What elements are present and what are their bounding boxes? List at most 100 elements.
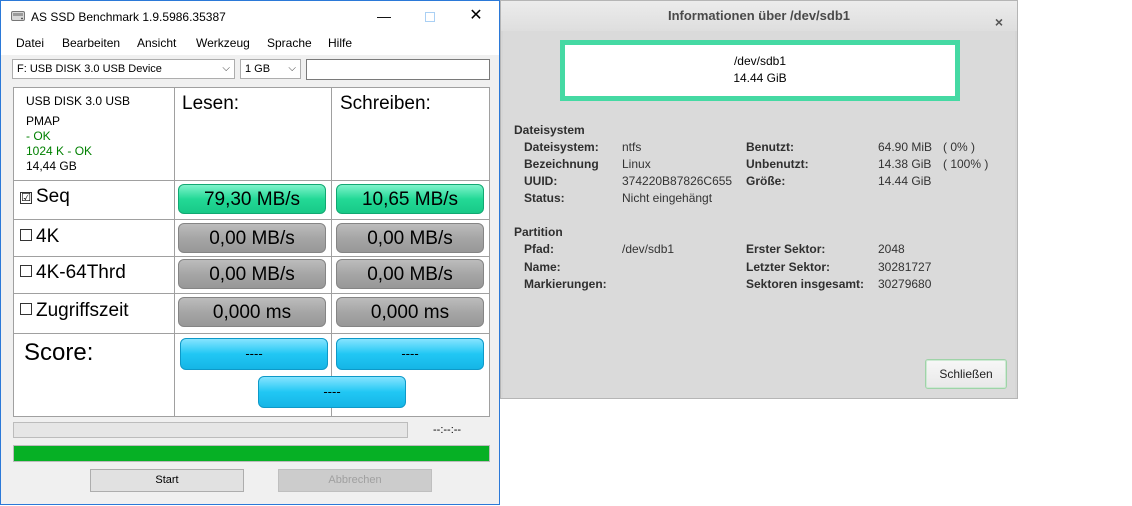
menu-bearbeiten[interactable]: Bearbeiten: [62, 36, 120, 50]
row-label-text: Zugriffszeit: [36, 300, 129, 321]
dialog-title-bar[interactable]: Informationen über /dev/sdb1 ×: [501, 1, 1017, 31]
disk-icon: [11, 11, 25, 21]
grid-divider: [14, 256, 489, 257]
size-select[interactable]: 1 GB ⌵: [240, 59, 301, 79]
menu-bar: Datei Bearbeiten Ansicht Werkzeug Sprach…: [1, 31, 499, 55]
grid-divider: [14, 293, 489, 294]
score-read: ----: [180, 338, 328, 370]
used-label: Benutzt:: [746, 140, 794, 154]
read-header: Lesen:: [182, 93, 240, 114]
menu-datei[interactable]: Datei: [16, 36, 44, 50]
result-4k64-read: 0,00 MB/s: [178, 259, 326, 289]
score-label: Score:: [24, 339, 94, 366]
free-percent: ( 100% ): [943, 157, 989, 171]
as-ssd-window: AS SSD Benchmark 1.9.5986.35387 — ✕ Date…: [0, 0, 500, 505]
device-alignment: 1024 K - OK: [26, 144, 93, 158]
free-value: 14.38 GiB: [878, 157, 932, 171]
device-box: /dev/sdb1 14.44 GiB: [560, 40, 960, 101]
total-progress-fill: [14, 446, 489, 461]
last-sector-label: Letzter Sektor:: [746, 260, 831, 274]
chevron-down-icon: ⌵: [222, 63, 230, 74]
score-write: ----: [336, 338, 484, 370]
write-header: Schreiben:: [340, 93, 431, 114]
fs-name-label: Bezeichnung: [524, 157, 599, 171]
result-4k64-write: 0,00 MB/s: [336, 259, 484, 289]
total-sectors-label: Sektoren insgesamt:: [746, 277, 865, 291]
fs-value: ntfs: [622, 140, 642, 154]
row-label-seq[interactable]: ☑ Seq: [20, 186, 70, 208]
score-total: ----: [258, 376, 406, 408]
result-4k-read: 0,00 MB/s: [178, 223, 326, 253]
grid-divider: [14, 333, 489, 334]
size-select-value: 1 GB: [245, 63, 271, 75]
used-value: 64.90 MiB: [878, 140, 933, 154]
drive-select[interactable]: F: USB DISK 3.0 USB Device ⌵: [12, 59, 235, 79]
total-sectors-value: 30279680: [878, 277, 932, 291]
total-progress-bar: [13, 445, 490, 462]
size-value: 14.44 GiB: [878, 174, 932, 188]
filesystem-heading: Dateisystem: [514, 123, 585, 137]
device-driver-status: - OK: [26, 129, 51, 143]
menu-sprache[interactable]: Sprache: [267, 36, 312, 50]
flags-label: Markierungen:: [524, 277, 607, 291]
partition-heading: Partition: [514, 225, 563, 239]
status-label: Status:: [524, 191, 565, 205]
fs-name-value: Linux: [622, 157, 651, 171]
info-dialog: Informationen über /dev/sdb1 × /dev/sdb1…: [500, 0, 1018, 399]
maximize-button[interactable]: [407, 1, 453, 31]
start-button[interactable]: Start: [90, 469, 244, 492]
size-label: Größe:: [746, 174, 786, 188]
grid-divider: [14, 180, 489, 181]
result-access-write: 0,000 ms: [336, 297, 484, 327]
dialog-title: Informationen über /dev/sdb1: [667, 8, 851, 23]
device-path: /dev/sdb1: [733, 54, 787, 68]
title-bar[interactable]: AS SSD Benchmark 1.9.5986.35387 — ✕: [1, 1, 499, 31]
device-size: 14.44 GiB: [733, 71, 787, 85]
menu-hilfe[interactable]: Hilfe: [328, 36, 352, 50]
cancel-button[interactable]: Abbrechen: [278, 469, 432, 492]
row-label-text: 4K-64Thrd: [36, 262, 126, 283]
status-value: Nicht eingehängt: [622, 191, 713, 205]
partition-name-label: Name:: [524, 260, 561, 274]
uuid-label: UUID:: [524, 174, 558, 188]
elapsed-time: --:--:--: [433, 424, 462, 436]
menu-werkzeug[interactable]: Werkzeug: [196, 36, 250, 50]
checkbox-access-time[interactable]: [20, 303, 32, 315]
minimize-button[interactable]: —: [361, 1, 407, 31]
used-percent: ( 0% ): [943, 140, 976, 154]
checkbox-seq[interactable]: ☑: [20, 192, 32, 204]
device-driver: PMAP: [26, 114, 61, 128]
result-seq-read: 79,30 MB/s: [178, 184, 326, 214]
first-sector-label: Erster Sektor:: [746, 242, 826, 256]
row-label-4k[interactable]: 4K: [20, 226, 59, 248]
device-name: USB DISK 3.0 USB: [26, 94, 131, 108]
free-label: Unbenutzt:: [746, 157, 809, 171]
grid-divider: [174, 88, 175, 416]
close-icon: ✕: [469, 7, 483, 24]
path-value: /dev/sdb1: [622, 242, 675, 256]
dialog-body: /dev/sdb1 14.44 GiB Dateisystem Dateisys…: [503, 31, 1015, 398]
first-sector-value: 2048: [878, 242, 905, 256]
test-progress-bar: [13, 422, 408, 438]
grid-divider: [14, 219, 489, 220]
result-4k-write: 0,00 MB/s: [336, 223, 484, 253]
close-button[interactable]: ✕: [453, 1, 499, 31]
drive-select-value: F: USB DISK 3.0 USB Device: [17, 63, 162, 75]
text-field[interactable]: [306, 59, 490, 80]
result-access-read: 0,000 ms: [178, 297, 326, 327]
last-sector-value: 30281727: [878, 260, 932, 274]
path-label: Pfad:: [524, 242, 554, 256]
row-label-text: Seq: [36, 186, 70, 207]
row-label-text: 4K: [36, 226, 60, 247]
row-label-access-time[interactable]: Zugriffszeit: [20, 300, 129, 322]
checkbox-4k-64thrd[interactable]: [20, 265, 32, 277]
row-label-4k-64thrd[interactable]: 4K-64Thrd: [20, 262, 126, 284]
chevron-down-icon: ⌵: [288, 63, 296, 74]
fs-label: Dateisystem:: [524, 140, 599, 154]
uuid-value: 374220B87826C655: [622, 174, 733, 188]
minimize-icon: —: [377, 8, 391, 24]
menu-ansicht[interactable]: Ansicht: [137, 36, 176, 50]
maximize-icon: [425, 12, 435, 23]
checkbox-4k[interactable]: [20, 229, 32, 241]
close-dialog-button[interactable]: Schließen: [925, 359, 1007, 389]
